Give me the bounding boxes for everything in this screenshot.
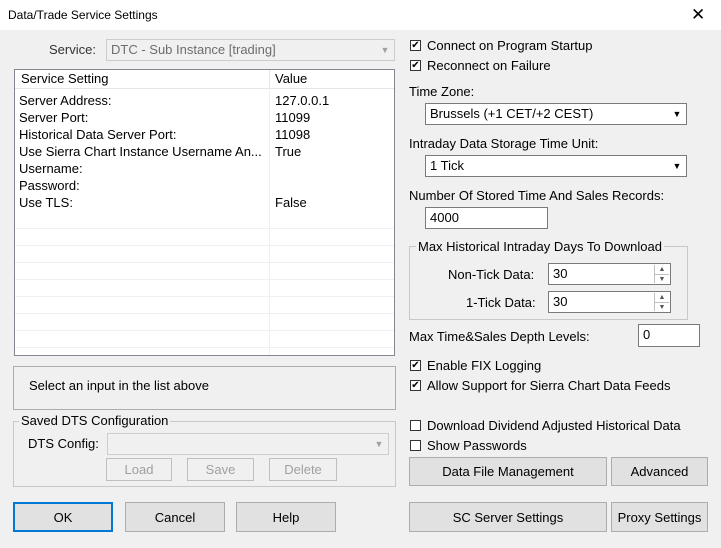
dividend-adjusted-label[interactable]: Download Dividend Adjusted Historical Da… (427, 418, 681, 433)
spin-down-icon[interactable]: ▼ (654, 302, 669, 311)
setting-name: Server Address: (19, 93, 112, 108)
data-file-management-button[interactable]: Data File Management (409, 457, 607, 486)
row-gridline (15, 228, 394, 229)
one-tick-value: 30 (553, 294, 568, 309)
check-icon: ✔ (411, 379, 420, 391)
setting-name: Use Sierra Chart Instance Username An... (19, 144, 262, 159)
delete-button[interactable]: Delete (269, 458, 337, 481)
setting-name: Historical Data Server Port: (19, 127, 177, 142)
dts-config-select[interactable]: ▼ (107, 433, 389, 455)
input-panel: Select an input in the list above (13, 366, 396, 410)
max-hist-legend: Max Historical Intraday Days To Download (416, 239, 664, 254)
setting-value: 127.0.0.1 (275, 93, 330, 108)
ok-button[interactable]: OK (13, 502, 113, 532)
close-icon[interactable]: ✕ (691, 5, 705, 25)
non-tick-label: Non-Tick Data: (448, 267, 535, 282)
chevron-down-icon: ▼ (371, 435, 387, 453)
storage-unit-select[interactable]: 1 Tick ▼ (425, 155, 687, 177)
connect-startup-label[interactable]: Connect on Program Startup (427, 38, 592, 53)
service-select[interactable]: DTC - Sub Instance [trading] ▼ (106, 39, 395, 61)
non-tick-stepper[interactable]: 30 ▲ ▼ (548, 263, 671, 285)
storage-unit-label: Intraday Data Storage Time Unit: (409, 136, 599, 151)
column-divider (269, 70, 270, 88)
help-button[interactable]: Help (236, 502, 336, 532)
table-row[interactable]: Use Sierra Chart Instance Username An...… (15, 143, 394, 160)
row-gridline (15, 330, 394, 331)
connect-startup-checkbox[interactable]: ✔ (410, 40, 421, 51)
window-title: Data/Trade Service Settings (8, 8, 158, 22)
fix-logging-label[interactable]: Enable FIX Logging (427, 358, 541, 373)
saved-dts-legend: Saved DTS Configuration (19, 413, 171, 428)
table-row[interactable]: Username: (15, 160, 394, 177)
sc-data-feeds-label[interactable]: Allow Support for Sierra Chart Data Feed… (427, 378, 671, 393)
service-settings-list[interactable]: Service Setting Value Server Address: 12… (14, 69, 395, 356)
sc-server-settings-button[interactable]: SC Server Settings (409, 502, 607, 532)
check-icon: ✔ (411, 59, 420, 71)
setting-name: Use TLS: (19, 195, 73, 210)
setting-value: 11099 (275, 110, 311, 125)
service-label: Service: (49, 42, 96, 57)
timezone-value: Brussels (+1 CET/+2 CEST) (430, 106, 594, 121)
chevron-down-icon: ▼ (377, 41, 393, 59)
setting-value: False (275, 195, 307, 210)
column-header-setting[interactable]: Service Setting (21, 71, 108, 86)
show-passwords-checkbox[interactable] (410, 440, 421, 451)
stored-records-value: 4000 (430, 210, 459, 225)
setting-name: Password: (19, 178, 80, 193)
table-row[interactable]: Server Address: 127.0.0.1 (15, 92, 394, 109)
depth-levels-value: 0 (643, 327, 651, 342)
setting-value: 11098 (275, 127, 311, 142)
show-passwords-label[interactable]: Show Passwords (427, 438, 527, 453)
depth-levels-label: Max Time&Sales Depth Levels: (409, 329, 590, 344)
non-tick-value: 30 (553, 266, 568, 281)
row-gridline (15, 313, 394, 314)
setting-name: Server Port: (19, 110, 89, 125)
row-gridline (15, 296, 394, 297)
stored-records-label: Number Of Stored Time And Sales Records: (409, 188, 665, 203)
service-value: DTC - Sub Instance [trading] (111, 42, 276, 57)
load-button[interactable]: Load (106, 458, 172, 481)
setting-name: Username: (19, 161, 83, 176)
timezone-label: Time Zone: (409, 84, 475, 99)
stored-records-input[interactable]: 4000 (425, 207, 548, 229)
proxy-settings-button[interactable]: Proxy Settings (611, 502, 708, 532)
row-gridline (15, 245, 394, 246)
table-row[interactable]: Historical Data Server Port: 11098 (15, 126, 394, 143)
storage-unit-value: 1 Tick (430, 158, 464, 173)
depth-levels-input[interactable]: 0 (638, 324, 700, 347)
sc-data-feeds-checkbox[interactable]: ✔ (410, 380, 421, 391)
column-header-value[interactable]: Value (275, 71, 307, 86)
one-tick-spinner[interactable]: ▲ ▼ (654, 293, 669, 311)
table-row[interactable]: Password: (15, 177, 394, 194)
table-row[interactable]: Use TLS: False (15, 194, 394, 211)
list-header: Service Setting Value (15, 70, 394, 89)
advanced-button[interactable]: Advanced (611, 457, 708, 486)
chevron-down-icon: ▼ (669, 157, 685, 175)
chevron-down-icon: ▼ (669, 105, 685, 123)
check-icon: ✔ (411, 359, 420, 371)
save-button[interactable]: Save (187, 458, 254, 481)
spin-up-icon[interactable]: ▲ (654, 293, 669, 302)
setting-value: True (275, 144, 302, 159)
timezone-select[interactable]: Brussels (+1 CET/+2 CEST) ▼ (425, 103, 687, 125)
cancel-button[interactable]: Cancel (125, 502, 225, 532)
input-hint-text: Select an input in the list above (29, 378, 209, 393)
one-tick-stepper[interactable]: 30 ▲ ▼ (548, 291, 671, 313)
non-tick-spinner[interactable]: ▲ ▼ (654, 265, 669, 283)
row-gridline (15, 347, 394, 348)
check-icon: ✔ (411, 39, 420, 51)
fix-logging-checkbox[interactable]: ✔ (410, 360, 421, 371)
one-tick-label: 1-Tick Data: (466, 295, 536, 310)
row-gridline (15, 279, 394, 280)
spin-down-icon[interactable]: ▼ (654, 274, 669, 283)
table-row[interactable]: Server Port: 11099 (15, 109, 394, 126)
reconnect-failure-checkbox[interactable]: ✔ (410, 60, 421, 71)
dts-config-label: DTS Config: (28, 436, 99, 451)
dividend-adjusted-checkbox[interactable] (410, 420, 421, 431)
row-gridline (15, 262, 394, 263)
spin-up-icon[interactable]: ▲ (654, 265, 669, 274)
reconnect-failure-label[interactable]: Reconnect on Failure (427, 58, 551, 73)
